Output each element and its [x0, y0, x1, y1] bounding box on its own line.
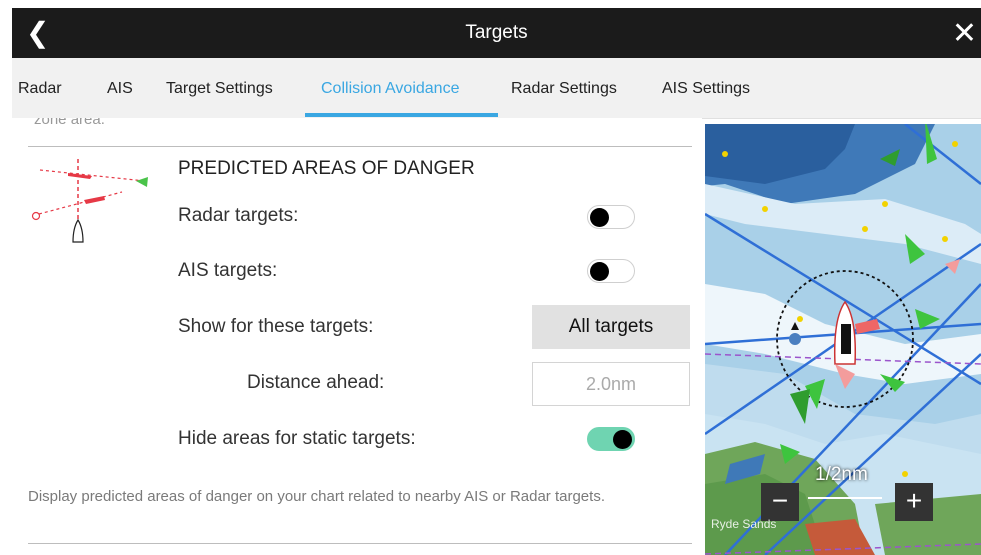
danger-area-illustration-icon — [31, 159, 148, 243]
radar-targets-toggle[interactable] — [587, 205, 635, 229]
distance-ahead-label: Distance ahead: — [247, 372, 385, 393]
show-for-targets-select[interactable]: All targets — [532, 305, 690, 349]
distance-ahead-field[interactable]: 2.0nm — [532, 362, 690, 406]
map-place-label: Ryde Sands — [711, 517, 777, 531]
hide-static-targets-toggle[interactable] — [587, 427, 635, 451]
map-scale-label: 1/2nm — [815, 464, 868, 485]
hide-static-targets-label: Hide areas for static targets: — [178, 428, 416, 449]
ais-targets-label: AIS targets: — [178, 260, 278, 281]
active-tab-indicator — [305, 113, 498, 117]
zoom-out-button[interactable]: − — [761, 483, 799, 521]
zoom-in-button[interactable]: + — [895, 483, 933, 521]
clipped-text: zone area. — [34, 118, 105, 128]
chart-preview-map[interactable]: 1/2nm − + Ryde Sands — [705, 124, 981, 555]
toggle-knob — [613, 430, 632, 449]
chart-map-graphic — [705, 124, 981, 555]
tab-ais-settings[interactable]: AIS Settings — [662, 80, 750, 98]
tab-ais[interactable]: AIS — [107, 80, 133, 98]
section-title: PREDICTED AREAS OF DANGER — [178, 158, 475, 179]
title-bar: ❮ Targets ✕ — [12, 8, 981, 58]
description-text: Display predicted areas of danger on you… — [28, 488, 605, 505]
toggle-knob — [590, 262, 609, 281]
tab-bar: Radar AIS Target Settings Collision Avoi… — [12, 58, 981, 119]
tab-target-settings[interactable]: Target Settings — [166, 80, 273, 98]
tab-radar-settings[interactable]: Radar Settings — [511, 80, 617, 98]
divider — [28, 146, 692, 147]
close-icon[interactable]: ✕ — [952, 16, 977, 51]
tab-collision-avoidance[interactable]: Collision Avoidance — [321, 80, 459, 98]
ais-targets-toggle[interactable] — [587, 259, 635, 283]
toggle-knob — [590, 208, 609, 227]
divider — [28, 543, 692, 544]
settings-panel: zone area. PREDICTED AREAS OF DANGER Rad… — [12, 118, 702, 555]
window-title: Targets — [465, 22, 528, 43]
radar-targets-label: Radar targets: — [178, 205, 299, 226]
tab-radar[interactable]: Radar — [18, 80, 62, 98]
show-for-targets-label: Show for these targets: — [178, 316, 374, 337]
